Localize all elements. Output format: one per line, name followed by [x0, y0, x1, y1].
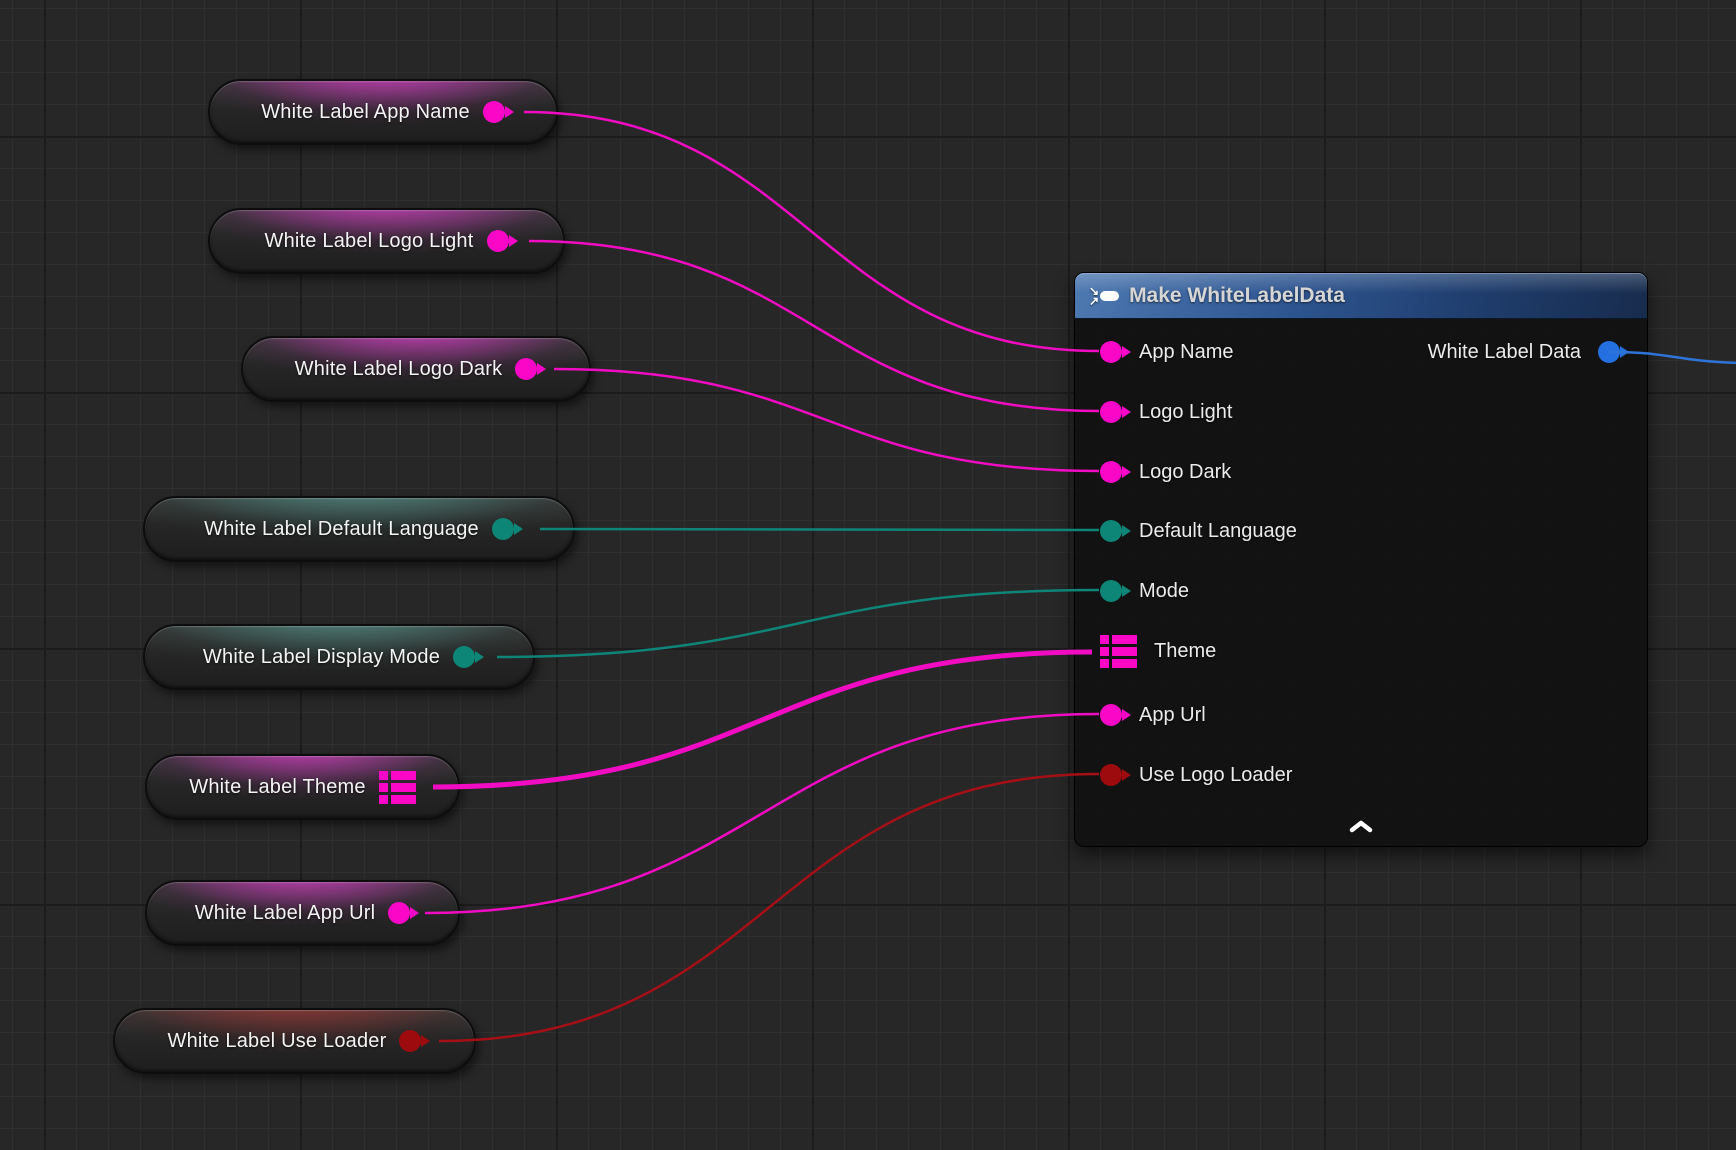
input-pin[interactable]: [1100, 520, 1122, 542]
output-pin[interactable]: [388, 902, 410, 924]
getter-label: White Label Theme: [189, 776, 365, 799]
wire-use-loader[interactable]: [439, 774, 1099, 1041]
input-row-default-language: Default Language: [1100, 513, 1297, 549]
input-pin[interactable]: [1100, 764, 1122, 786]
getter-label: White Label App Url: [195, 902, 376, 925]
input-row-theme: Theme: [1100, 633, 1216, 669]
input-pin[interactable]: [1100, 461, 1122, 483]
getter-node-white-label-display-mode[interactable]: White Label Display Mode: [143, 624, 535, 690]
node-header[interactable]: ↘↗ Make WhiteLabelData: [1075, 273, 1647, 319]
getter-label: White Label Logo Dark: [295, 358, 503, 381]
wire-app-url[interactable]: [425, 714, 1099, 913]
pin-label: Logo Light: [1139, 401, 1232, 424]
make-struct-icon: ↘↗: [1089, 286, 1119, 306]
output-pin[interactable]: [399, 1030, 421, 1052]
getter-node-white-label-app-url[interactable]: White Label App Url: [145, 880, 460, 946]
input-row-mode: Mode: [1100, 573, 1189, 609]
pin-label: App Name: [1139, 341, 1234, 364]
input-row-use-logo-loader: Use Logo Loader: [1100, 757, 1292, 793]
input-row-logo-dark: Logo Dark: [1100, 454, 1231, 490]
struct-grid-icon[interactable]: [1100, 635, 1137, 668]
getter-node-white-label-app-name[interactable]: White Label App Name: [208, 79, 558, 145]
output-pin[interactable]: [492, 518, 514, 540]
output-pin[interactable]: [483, 101, 505, 123]
getter-label: White Label Default Language: [204, 518, 479, 541]
input-row-logo-light: Logo Light: [1100, 394, 1232, 430]
wire-default-language[interactable]: [540, 529, 1099, 530]
node-title: Make WhiteLabelData: [1129, 284, 1345, 308]
getter-node-white-label-default-language[interactable]: White Label Default Language: [143, 496, 575, 562]
getter-label: White Label App Name: [261, 101, 470, 124]
pin-label: Logo Dark: [1139, 461, 1231, 484]
input-pin[interactable]: [1100, 401, 1122, 423]
output-pin[interactable]: [453, 646, 475, 668]
wire-logo-dark[interactable]: [554, 369, 1099, 471]
pin-label: Default Language: [1139, 520, 1297, 543]
pin-label: Use Logo Loader: [1139, 764, 1292, 787]
pin-label: White Label Data: [1428, 341, 1581, 364]
getter-node-white-label-logo-dark[interactable]: White Label Logo Dark: [241, 336, 591, 402]
getter-node-white-label-theme[interactable]: White Label Theme: [145, 754, 460, 820]
getter-label: White Label Use Loader: [168, 1030, 387, 1053]
input-pin[interactable]: [1100, 341, 1122, 363]
chevron-up-icon: [1348, 820, 1374, 833]
input-pin[interactable]: [1100, 580, 1122, 602]
wire-logo-light[interactable]: [529, 241, 1099, 411]
pin-label: Mode: [1139, 580, 1189, 603]
make-whitelabeldata-node[interactable]: ↘↗ Make WhiteLabelData App Name Logo Lig…: [1074, 272, 1648, 847]
wire-display-mode[interactable]: [497, 590, 1099, 657]
blueprint-graph-canvas[interactable]: White Label App Name White Label Logo Li…: [0, 0, 1736, 1150]
getter-node-white-label-use-loader[interactable]: White Label Use Loader: [113, 1008, 476, 1074]
struct-grid-icon[interactable]: [379, 771, 416, 804]
wire-app-name[interactable]: [524, 112, 1099, 351]
getter-label: White Label Display Mode: [203, 646, 440, 669]
input-row-app-name: App Name: [1100, 334, 1234, 370]
getter-node-white-label-logo-light[interactable]: White Label Logo Light: [208, 208, 565, 274]
wire-theme[interactable]: [433, 652, 1092, 787]
input-pin[interactable]: [1100, 704, 1122, 726]
getter-label: White Label Logo Light: [265, 230, 474, 253]
input-row-app-url: App Url: [1100, 697, 1206, 733]
output-pin[interactable]: [515, 358, 537, 380]
collapse-node-button[interactable]: [1341, 815, 1381, 837]
pin-label: Theme: [1154, 640, 1216, 663]
output-pin[interactable]: [487, 230, 509, 252]
pin-label: App Url: [1139, 704, 1206, 727]
output-row-white-label-data: White Label Data: [1428, 334, 1620, 370]
